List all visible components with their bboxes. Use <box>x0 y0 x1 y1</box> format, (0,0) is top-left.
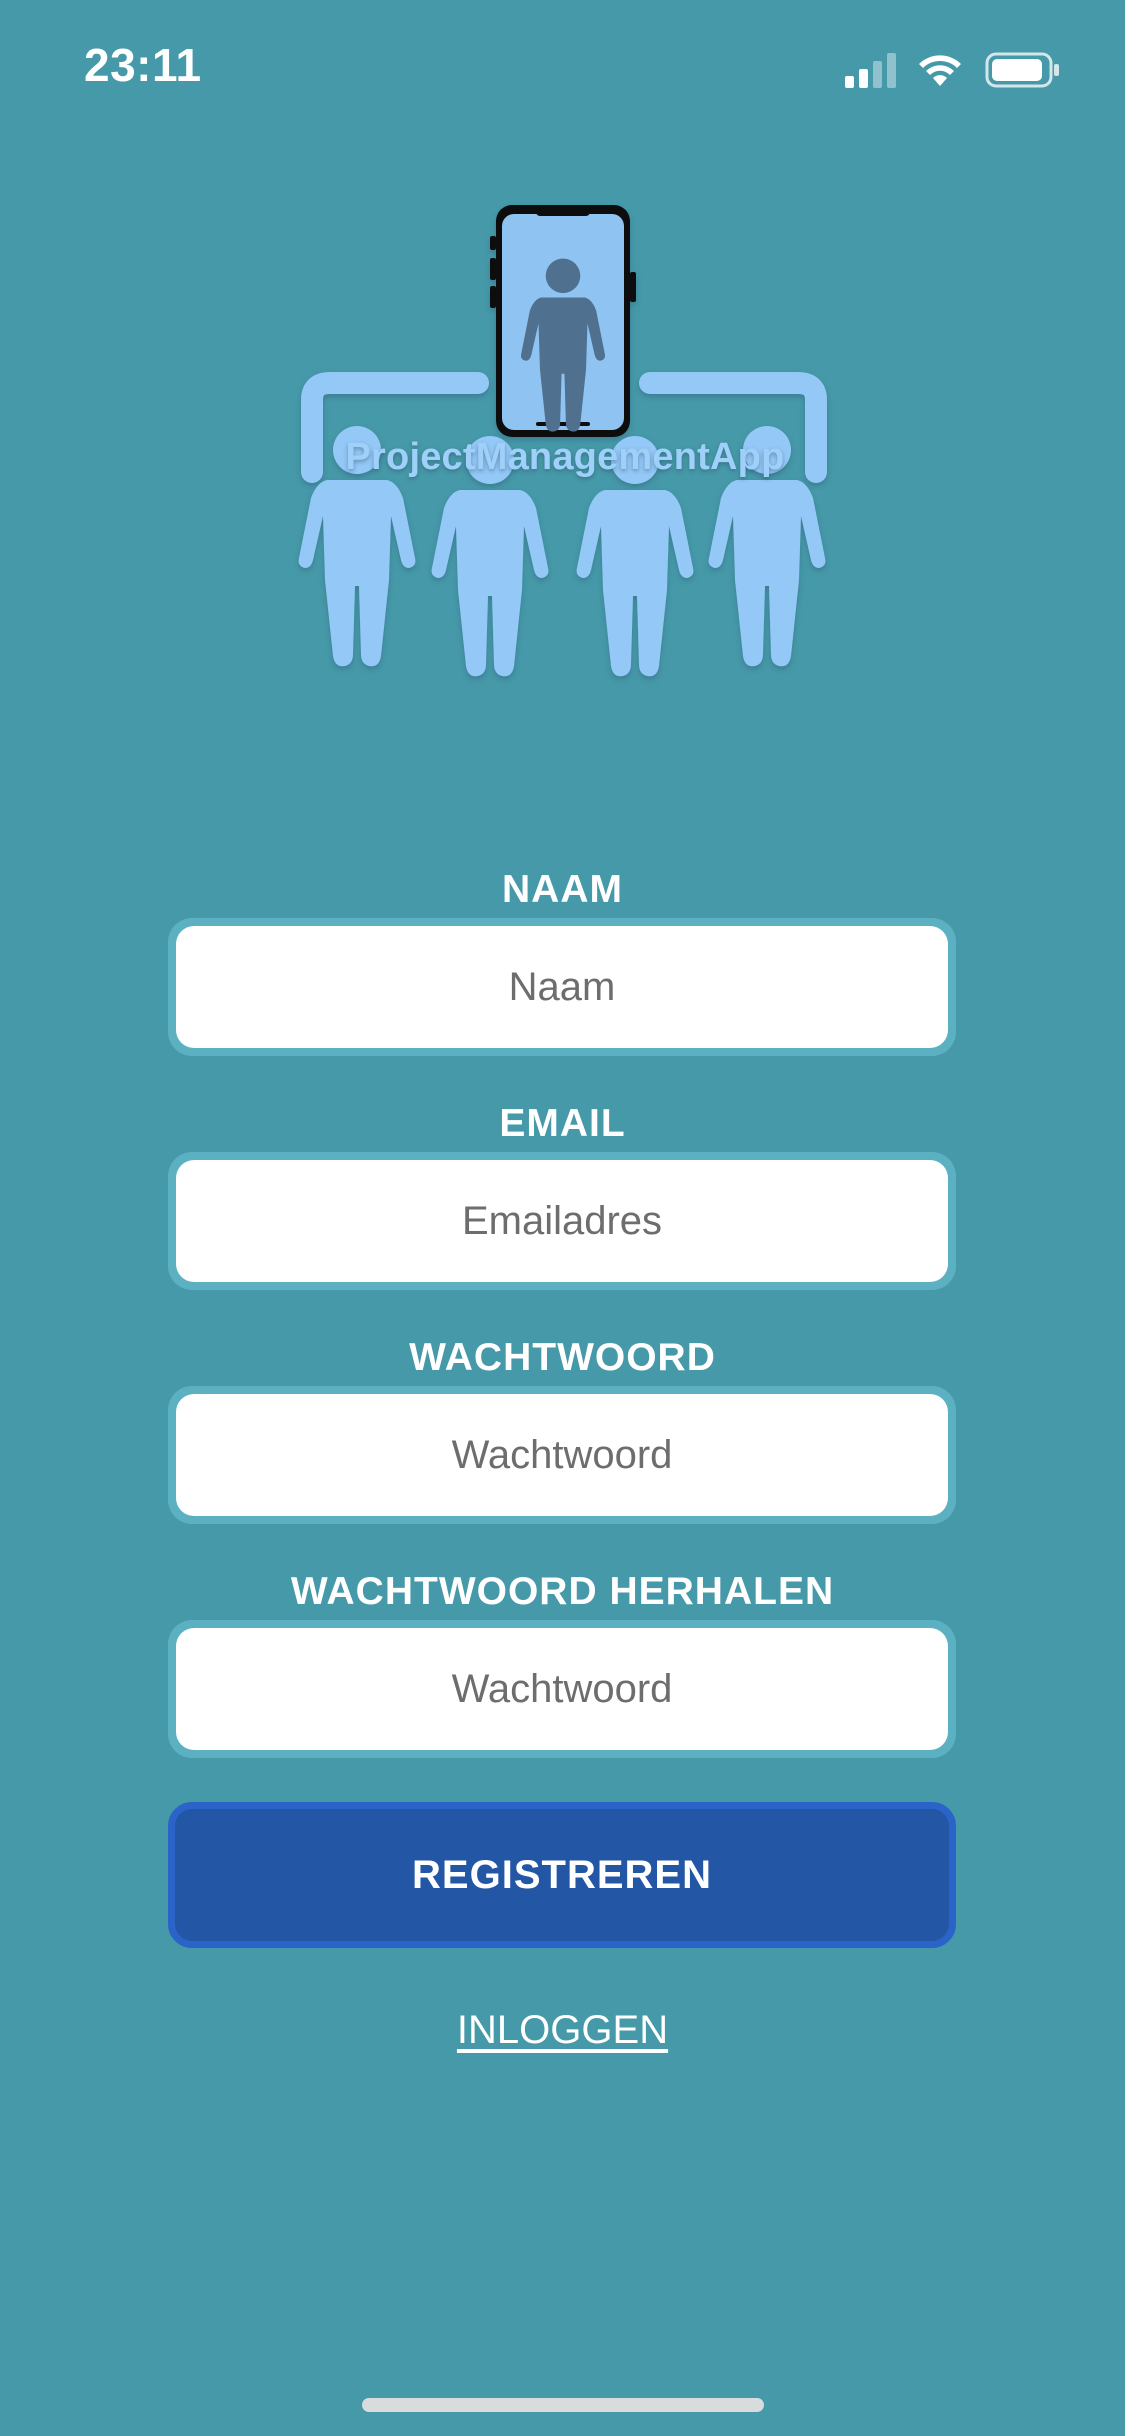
password-repeat-label: WACHTWOORD HERHALEN <box>290 1570 835 1613</box>
status-time: 23:11 <box>84 39 202 91</box>
logo-graphic <box>298 205 827 677</box>
cellular-signal-icon <box>845 53 896 88</box>
status-bar: 23:11 <box>0 0 1125 132</box>
password-field-container <box>168 1386 956 1524</box>
home-indicator[interactable] <box>362 2398 764 2412</box>
login-link[interactable]: INLOGGEN <box>0 2008 1125 2053</box>
wifi-icon <box>919 55 961 86</box>
logo-text: ProjectManagementApp <box>345 436 785 478</box>
name-field-container <box>168 918 956 1056</box>
email-label: EMAIL <box>499 1102 626 1145</box>
password-repeat-input[interactable] <box>176 1628 948 1750</box>
name-label: NAAM <box>502 868 623 911</box>
email-input[interactable] <box>176 1160 948 1282</box>
password-repeat-field-container <box>168 1620 956 1758</box>
app-logo: ProjectManagementApp <box>290 200 840 760</box>
battery-icon <box>985 52 1059 88</box>
password-input[interactable] <box>176 1394 948 1516</box>
email-field-container <box>168 1152 956 1290</box>
register-button[interactable]: REGISTREREN <box>168 1802 956 1948</box>
password-label: WACHTWOORD <box>409 1336 716 1379</box>
name-input[interactable] <box>176 926 948 1048</box>
